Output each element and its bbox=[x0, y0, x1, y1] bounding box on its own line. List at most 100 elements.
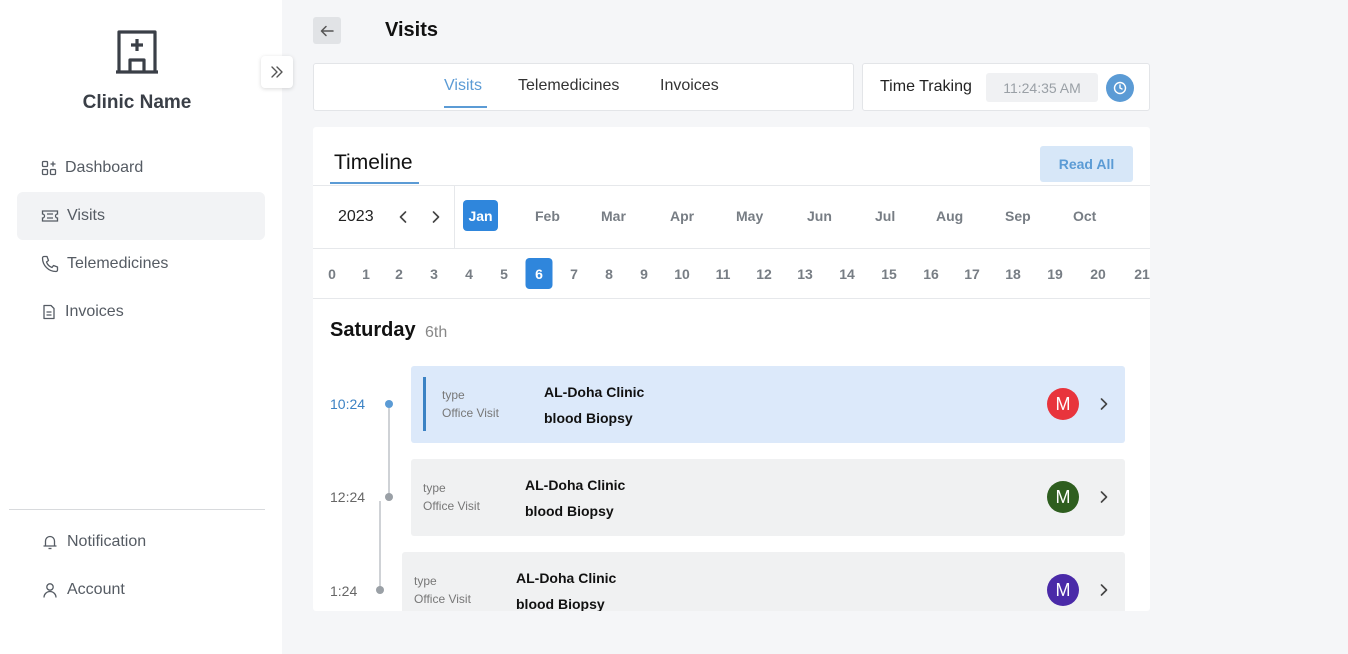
sidebar-item-label: Dashboard bbox=[65, 159, 144, 176]
tab-telemedicines[interactable]: Telemedicines bbox=[518, 77, 619, 95]
sidebar-item-telemedicines[interactable]: Telemedicines bbox=[17, 240, 265, 288]
day-3[interactable]: 3 bbox=[430, 266, 438, 282]
day-0[interactable]: 0 bbox=[328, 266, 336, 282]
visit-clinic: AL-Doha Clinic bbox=[516, 570, 617, 586]
year-label: 2023 bbox=[338, 208, 374, 225]
divider bbox=[454, 186, 455, 249]
tab-invoices[interactable]: Invoices bbox=[660, 77, 719, 95]
day-5[interactable]: 5 bbox=[500, 266, 508, 282]
month-sep[interactable]: Sep bbox=[1005, 208, 1031, 224]
visit-type-label: type bbox=[423, 481, 446, 495]
active-tab-indicator bbox=[444, 106, 487, 108]
day-1[interactable]: 1 bbox=[362, 266, 370, 282]
day-4[interactable]: 4 bbox=[465, 266, 473, 282]
day-21[interactable]: 21 bbox=[1134, 266, 1150, 282]
visit-type-label: type bbox=[442, 388, 465, 402]
visit-time: 1:24 bbox=[330, 583, 358, 599]
sidebar-item-account[interactable]: Account bbox=[17, 566, 265, 614]
chevron-right-icon bbox=[1100, 584, 1108, 596]
timeline-connector bbox=[388, 408, 390, 498]
avatar: M bbox=[1047, 388, 1079, 420]
clock-icon bbox=[1113, 81, 1127, 95]
dashboard-icon bbox=[41, 160, 57, 176]
open-visit-button[interactable] bbox=[1097, 489, 1111, 505]
day-6[interactable]: 6 bbox=[525, 258, 553, 289]
sidebar-divider bbox=[9, 509, 265, 510]
day-15[interactable]: 15 bbox=[881, 266, 897, 282]
sidebar-item-invoices[interactable]: Invoices bbox=[17, 288, 265, 336]
day-10[interactable]: 10 bbox=[674, 266, 690, 282]
sidebar-item-visits[interactable]: Visits bbox=[17, 192, 265, 240]
day-7[interactable]: 7 bbox=[570, 266, 578, 282]
tab-visits[interactable]: Visits bbox=[444, 77, 482, 95]
visit-type-label: type bbox=[414, 574, 437, 588]
visit-clinic: AL-Doha Clinic bbox=[544, 384, 645, 400]
day-16[interactable]: 16 bbox=[923, 266, 939, 282]
read-all-button[interactable]: Read All bbox=[1040, 146, 1133, 182]
day-2[interactable]: 2 bbox=[395, 266, 403, 282]
selected-day-name: Saturday bbox=[330, 319, 416, 341]
avatar: M bbox=[1047, 481, 1079, 513]
back-button[interactable] bbox=[313, 17, 341, 44]
month-oct[interactable]: Oct bbox=[1073, 208, 1096, 224]
prev-year-button[interactable] bbox=[395, 209, 411, 225]
month-may[interactable]: May bbox=[736, 208, 763, 224]
day-11[interactable]: 11 bbox=[716, 266, 731, 282]
month-jun[interactable]: Jun bbox=[807, 208, 832, 224]
visit-time: 12:24 bbox=[330, 489, 366, 505]
sidebar-item-label: Account bbox=[67, 581, 125, 598]
visit-type-value: Office Visit bbox=[414, 592, 471, 606]
visit-procedure: blood Biopsy bbox=[544, 410, 633, 426]
sidebar: Clinic Name Dashboard Visits Telemedicin… bbox=[0, 0, 282, 654]
clock-button[interactable] bbox=[1106, 74, 1134, 102]
month-mar[interactable]: Mar bbox=[601, 208, 626, 224]
day-20[interactable]: 20 bbox=[1090, 266, 1106, 282]
sidebar-item-label: Visits bbox=[67, 207, 105, 224]
next-year-button[interactable] bbox=[428, 209, 444, 225]
visit-type-value: Office Visit bbox=[442, 406, 499, 420]
timeline-title-underline bbox=[330, 182, 419, 184]
time-tracking-label: Time Traking bbox=[880, 78, 972, 95]
sidebar-item-notification[interactable]: Notification bbox=[17, 518, 265, 566]
visit-card[interactable]: type Office Visit AL-Doha Clinic blood B… bbox=[411, 366, 1125, 443]
clinic-logo-icon bbox=[116, 30, 158, 74]
chevron-right-icon bbox=[432, 211, 440, 223]
day-12[interactable]: 12 bbox=[756, 266, 772, 282]
visit-type-value: Office Visit bbox=[423, 499, 480, 513]
day-8[interactable]: 8 bbox=[605, 266, 613, 282]
open-visit-button[interactable] bbox=[1097, 396, 1111, 412]
day-17[interactable]: 17 bbox=[964, 266, 980, 282]
visit-card[interactable]: type Office Visit AL-Doha Clinic blood B… bbox=[402, 552, 1125, 611]
timeline-card: Timeline Read All 2023 Jan Feb Mar Apr M… bbox=[313, 127, 1150, 611]
month-aug[interactable]: Aug bbox=[936, 208, 963, 224]
time-tracking-value: 11:24:35 AM bbox=[986, 73, 1098, 102]
visit-procedure: blood Biopsy bbox=[525, 503, 614, 519]
day-19[interactable]: 19 bbox=[1047, 266, 1063, 282]
avatar: M bbox=[1047, 574, 1079, 606]
day-9[interactable]: 9 bbox=[640, 266, 648, 282]
chevron-right-icon bbox=[1100, 491, 1108, 503]
open-visit-button[interactable] bbox=[1097, 582, 1111, 598]
chevron-right-icon bbox=[1100, 398, 1108, 410]
timeline-connector bbox=[379, 501, 381, 591]
visit-accent-bar bbox=[423, 377, 426, 431]
day-18[interactable]: 18 bbox=[1005, 266, 1021, 282]
visit-card[interactable]: type Office Visit AL-Doha Clinic blood B… bbox=[411, 459, 1125, 536]
month-jul[interactable]: Jul bbox=[875, 208, 895, 224]
month-apr[interactable]: Apr bbox=[670, 208, 694, 224]
sidebar-collapse-button[interactable] bbox=[261, 56, 293, 88]
visit-procedure: blood Biopsy bbox=[516, 596, 605, 611]
day-14[interactable]: 14 bbox=[839, 266, 855, 282]
divider bbox=[313, 248, 1150, 249]
month-feb[interactable]: Feb bbox=[535, 208, 560, 224]
day-13[interactable]: 13 bbox=[797, 266, 813, 282]
clinic-name: Clinic Name bbox=[82, 92, 192, 113]
timeline-dot bbox=[385, 493, 393, 501]
sidebar-item-dashboard[interactable]: Dashboard bbox=[17, 144, 265, 192]
ticket-icon bbox=[41, 210, 59, 222]
divider bbox=[313, 185, 1150, 186]
timeline-title: Timeline bbox=[334, 151, 413, 174]
month-jan[interactable]: Jan bbox=[463, 200, 498, 231]
time-tracking-card: Time Traking 11:24:35 AM bbox=[862, 63, 1150, 111]
user-icon bbox=[43, 583, 57, 598]
